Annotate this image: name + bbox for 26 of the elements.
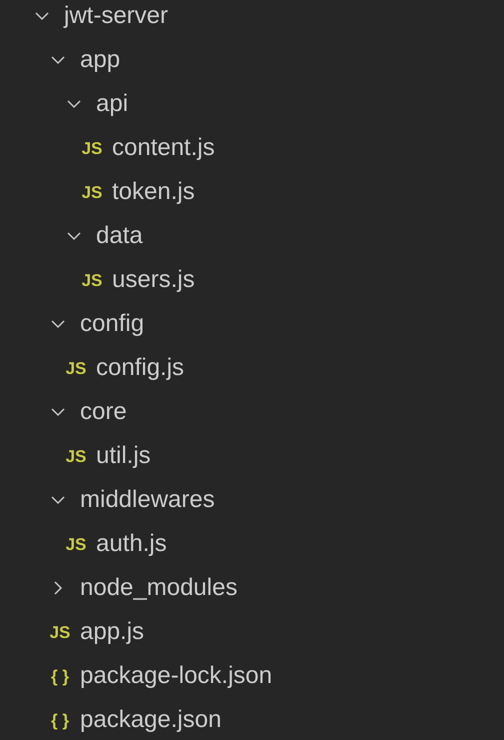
file-type-icon: JS (48, 624, 72, 640)
file-type-icon: JS (80, 184, 104, 200)
file-name[interactable]: users.js (112, 268, 195, 292)
file-name[interactable]: package.json (80, 708, 222, 732)
file-name[interactable]: app.js (80, 620, 144, 644)
file-type-icon: JS (64, 360, 88, 376)
file-type-icon: JS (80, 140, 104, 156)
folder-name[interactable]: jwt-server (64, 4, 168, 28)
file-type-icon: { } (48, 668, 72, 684)
file-type-icon: { } (48, 712, 72, 728)
file-type-icon: JS (64, 536, 88, 552)
folder-name[interactable]: app (80, 48, 120, 72)
folder-name[interactable]: data (96, 224, 143, 248)
file-name[interactable]: content.js (112, 136, 215, 160)
folder-name[interactable]: middlewares (80, 488, 215, 512)
file-name[interactable]: auth.js (96, 532, 167, 556)
file-name[interactable]: config.js (96, 356, 184, 380)
folder-name[interactable]: node_modules (80, 576, 238, 600)
file-name[interactable]: util.js (96, 444, 151, 468)
file-type-icon: JS (80, 272, 104, 288)
folder-name[interactable]: config (80, 312, 144, 336)
folder-name[interactable]: core (80, 400, 127, 424)
file-name[interactable]: token.js (112, 180, 195, 204)
folder-name[interactable]: api (96, 92, 128, 116)
file-name[interactable]: package-lock.json (80, 664, 272, 688)
file-type-icon: JS (64, 448, 88, 464)
